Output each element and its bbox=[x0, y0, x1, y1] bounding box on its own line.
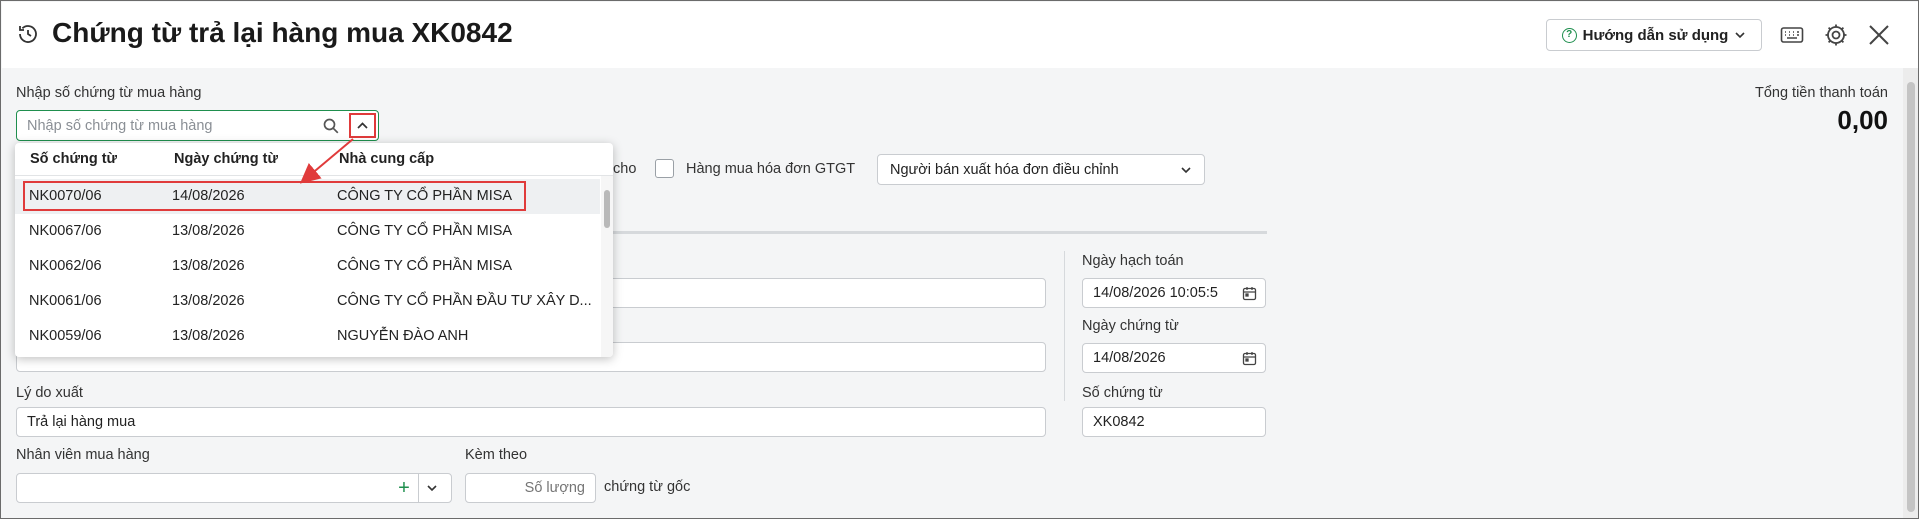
voucher-date-label: Ngày chứng từ bbox=[1082, 318, 1179, 334]
page-header: Chứng từ trả lại hàng mua XK0842 ? Hướng… bbox=[2, 2, 1918, 68]
attach-quantity-input[interactable] bbox=[465, 473, 596, 503]
row-supplier: NGUYỄN ĐÀO ANH bbox=[337, 328, 469, 344]
gear-icon[interactable] bbox=[1823, 22, 1849, 48]
voucher-date-field[interactable]: 14/08/2026 bbox=[1082, 343, 1266, 373]
page-title: Chứng từ trả lại hàng mua XK0842 bbox=[52, 17, 513, 48]
close-icon[interactable] bbox=[1866, 22, 1892, 48]
row-voucher-no: NK0059/06 bbox=[29, 328, 102, 344]
collapse-dropdown-button[interactable] bbox=[349, 113, 376, 138]
invoice-type-value: Người bán xuất hóa đơn điều chỉnh bbox=[890, 161, 1119, 178]
row-voucher-no: NK0061/06 bbox=[29, 293, 102, 309]
posting-date-value: 14/08/2026 10:05:5 bbox=[1093, 285, 1218, 301]
row-voucher-date: 13/08/2026 bbox=[172, 223, 245, 239]
buyer-field-separator bbox=[418, 473, 419, 503]
total-value: 0,00 bbox=[1837, 105, 1888, 135]
total-label: Tổng tiền thanh toán bbox=[1754, 85, 1888, 101]
voucher-no-label: Số chứng từ bbox=[1082, 385, 1163, 401]
page-scrollbar-thumb[interactable] bbox=[1907, 82, 1915, 512]
row-voucher-no: NK0062/06 bbox=[29, 258, 102, 274]
buyer-label: Nhân viên mua hàng bbox=[16, 447, 150, 463]
posting-date-field[interactable]: 14/08/2026 10:05:5 bbox=[1082, 278, 1266, 308]
buyer-field[interactable] bbox=[16, 473, 452, 503]
highlight-box bbox=[23, 181, 526, 211]
section-divider bbox=[1064, 251, 1065, 401]
dropdown-header: Số chứng từ Ngày chứng từ Nhà cung cấp bbox=[15, 143, 613, 176]
calendar-icon[interactable] bbox=[1242, 351, 1257, 366]
invoice-type-select[interactable]: Người bán xuất hóa đơn điều chỉnh bbox=[877, 154, 1205, 185]
dropdown-row[interactable]: NK0062/06 13/08/2026 CÔNG TY CỔ PHẦN MIS… bbox=[15, 249, 600, 284]
voucher-dropdown: Số chứng từ Ngày chứng từ Nhà cung cấp N… bbox=[15, 143, 613, 357]
calendar-icon[interactable] bbox=[1242, 286, 1257, 301]
voucher-no-value: XK0842 bbox=[1093, 414, 1145, 430]
row-voucher-date: 13/08/2026 bbox=[172, 258, 245, 274]
checkbox1-label: cho bbox=[613, 161, 637, 177]
row-voucher-date: 13/08/2026 bbox=[172, 328, 245, 344]
attach-label: Kèm theo bbox=[465, 447, 528, 463]
search-label: Nhập số chứng từ mua hàng bbox=[16, 85, 202, 101]
window: Chứng từ trả lại hàng mua XK0842 ? Hướng… bbox=[0, 0, 1919, 519]
help-button-label: Hướng dẫn sử dụng bbox=[1582, 26, 1729, 44]
reason-value: Trả lại hàng mua bbox=[27, 414, 136, 430]
history-icon[interactable] bbox=[16, 22, 40, 46]
dropdown-row[interactable]: NK0061/06 13/08/2026 CÔNG TY CỔ PHẦN ĐẦU… bbox=[15, 284, 600, 319]
voucher-date-value: 14/08/2026 bbox=[1093, 350, 1166, 366]
chevron-up-icon bbox=[357, 122, 368, 129]
reason-label: Lý do xuất bbox=[16, 385, 83, 401]
row-supplier: CÔNG TY CỔ PHẦN MISA bbox=[337, 258, 513, 274]
dropdown-scrollbar-thumb[interactable] bbox=[604, 190, 610, 228]
voucher-no-field[interactable]: XK0842 bbox=[1082, 407, 1266, 437]
keyboard-icon[interactable] bbox=[1780, 24, 1804, 46]
chevron-down-icon[interactable] bbox=[426, 482, 438, 494]
col-voucher-no: Số chứng từ bbox=[30, 151, 118, 167]
row-supplier: CÔNG TY CỔ PHẦN MISA bbox=[337, 223, 513, 239]
attach-suffix: chứng từ gốc bbox=[604, 479, 691, 495]
dropdown-row[interactable]: NK0067/06 13/08/2026 CÔNG TY CỔ PHẦN MIS… bbox=[15, 214, 600, 249]
page-scrollbar[interactable] bbox=[1903, 68, 1918, 518]
tab-divider bbox=[611, 231, 1267, 234]
col-voucher-date: Ngày chứng từ bbox=[174, 151, 278, 167]
vat-invoice-checkbox[interactable] bbox=[655, 159, 674, 178]
search-icon[interactable] bbox=[322, 117, 340, 135]
posting-date-label: Ngày hạch toán bbox=[1082, 253, 1184, 269]
add-buyer-button[interactable]: + bbox=[391, 475, 417, 501]
search-input[interactable] bbox=[27, 116, 317, 136]
dropdown-row[interactable]: NK0059/06 13/08/2026 NGUYỄN ĐÀO ANH bbox=[15, 319, 600, 354]
vat-invoice-label: Hàng mua hóa đơn GTGT bbox=[686, 161, 856, 177]
chevron-down-icon bbox=[1181, 167, 1191, 174]
dropdown-scrollbar[interactable] bbox=[601, 176, 613, 357]
col-supplier: Nhà cung cấp bbox=[339, 151, 435, 167]
chevron-down-icon bbox=[1735, 32, 1745, 39]
help-button[interactable]: ? Hướng dẫn sử dụng bbox=[1546, 19, 1762, 51]
row-supplier: CÔNG TY CỔ PHẦN ĐẦU TƯ XÂY D... bbox=[337, 293, 592, 309]
search-box[interactable] bbox=[16, 110, 379, 141]
row-voucher-date: 13/08/2026 bbox=[172, 293, 245, 309]
row-voucher-no: NK0067/06 bbox=[29, 223, 102, 239]
reason-field[interactable]: Trả lại hàng mua bbox=[16, 407, 1046, 437]
help-icon: ? bbox=[1561, 27, 1577, 43]
